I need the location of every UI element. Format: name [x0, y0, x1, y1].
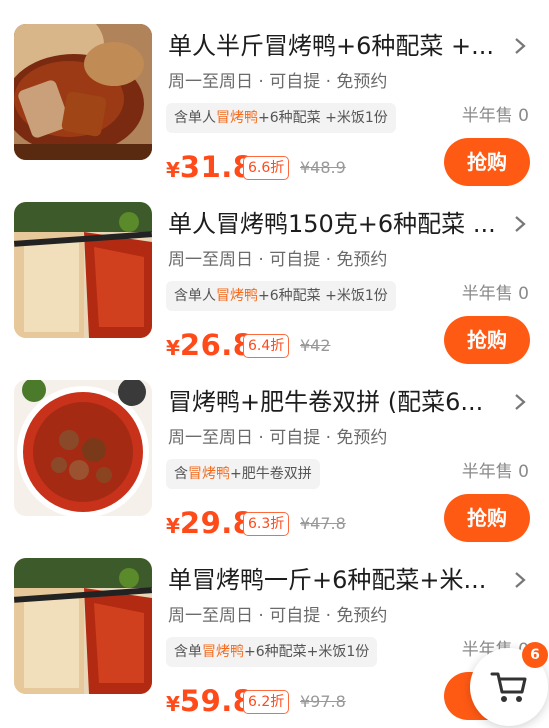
buy-button[interactable]: 抢购: [444, 494, 530, 542]
discount-badge: 6.2折: [243, 690, 290, 714]
buy-button[interactable]: 抢购: [444, 316, 530, 364]
tag-suffix: +6种配菜 +米饭1份: [258, 288, 388, 304]
discount-badge: 6.6折: [243, 156, 290, 180]
tag-suffix: +肥牛卷双拼: [230, 466, 312, 482]
product-title[interactable]: 冒烤鸭+肥牛卷双拼 (配菜6...: [168, 386, 498, 418]
currency-symbol: ¥: [166, 158, 180, 182]
tag-highlight: 冒烤鸭: [188, 466, 230, 482]
price: ¥59.8: [166, 684, 253, 718]
currency-symbol: ¥: [166, 514, 180, 538]
availability-text: 周一至周日 · 可自提 · 免预约: [168, 428, 388, 448]
package-tag: 含单人冒烤鸭+6种配菜 +米饭1份: [166, 103, 396, 133]
sold-count: 半年售 0: [461, 106, 529, 126]
chevron-right-icon[interactable]: [512, 570, 528, 590]
tag-highlight: 冒烤鸭: [216, 110, 258, 126]
price: ¥26.8: [166, 328, 253, 362]
product-title[interactable]: 单人冒烤鸭150克+6种配菜 ...: [168, 208, 498, 240]
price: ¥29.8: [166, 506, 253, 540]
tag-highlight: 冒烤鸭: [202, 644, 244, 660]
sold-count: 半年售 0: [461, 284, 529, 304]
chevron-right-icon[interactable]: [512, 36, 528, 56]
buy-button[interactable]: 抢购: [444, 138, 530, 186]
chevron-right-icon[interactable]: [512, 214, 528, 234]
original-price: ¥47.8: [300, 514, 346, 533]
product-image[interactable]: [14, 558, 152, 694]
package-tag: 含冒烤鸭+肥牛卷双拼: [166, 459, 320, 489]
currency-symbol: ¥: [166, 692, 180, 716]
product-title[interactable]: 单冒烤鸭一斤+6种配菜+米...: [168, 564, 498, 596]
original-price: ¥48.9: [300, 158, 346, 177]
tag-suffix: +6种配菜 +米饭1份: [258, 110, 388, 126]
product-card[interactable]: 单冒烤鸭一斤+6种配菜+米... 周一至周日 · 可自提 · 免预约 含单冒烤鸭…: [0, 558, 549, 728]
product-image[interactable]: [14, 202, 152, 338]
discount-badge: 6.3折: [243, 512, 290, 536]
shopping-cart-icon: [490, 672, 527, 702]
discount-badge: 6.4折: [243, 334, 290, 358]
availability-text: 周一至周日 · 可自提 · 免预约: [168, 72, 388, 92]
availability-text: 周一至周日 · 可自提 · 免预约: [168, 250, 388, 270]
chevron-right-icon[interactable]: [512, 392, 528, 412]
product-card[interactable]: 单人冒烤鸭150克+6种配菜 ... 周一至周日 · 可自提 · 免预约 含单人…: [0, 202, 549, 372]
product-card[interactable]: 单人半斤冒烤鸭+6种配菜 +... 周一至周日 · 可自提 · 免预约 含单人冒…: [0, 24, 549, 194]
tag-suffix: +6种配菜+米饭1份: [244, 644, 370, 660]
product-title[interactable]: 单人半斤冒烤鸭+6种配菜 +...: [168, 30, 498, 62]
package-tag: 含单人冒烤鸭+6种配菜 +米饭1份: [166, 281, 396, 311]
original-price: ¥42: [300, 336, 331, 355]
product-card[interactable]: 冒烤鸭+肥牛卷双拼 (配菜6... 周一至周日 · 可自提 · 免预约 含冒烤鸭…: [0, 380, 549, 550]
tag-prefix: 含: [174, 466, 188, 482]
original-price: ¥97.8: [300, 692, 346, 711]
tag-prefix: 含单人: [174, 110, 216, 126]
tag-highlight: 冒烤鸭: [216, 288, 258, 304]
product-image[interactable]: [14, 24, 152, 160]
tag-prefix: 含单人: [174, 288, 216, 304]
cart-count-badge: 6: [522, 642, 548, 668]
tag-prefix: 含单: [174, 644, 202, 660]
package-tag: 含单冒烤鸭+6种配菜+米饭1份: [166, 637, 378, 667]
sold-count: 半年售 0: [461, 462, 529, 482]
currency-symbol: ¥: [166, 336, 180, 360]
price: ¥31.8: [166, 150, 253, 184]
product-image[interactable]: [14, 380, 152, 516]
availability-text: 周一至周日 · 可自提 · 免预约: [168, 606, 388, 626]
